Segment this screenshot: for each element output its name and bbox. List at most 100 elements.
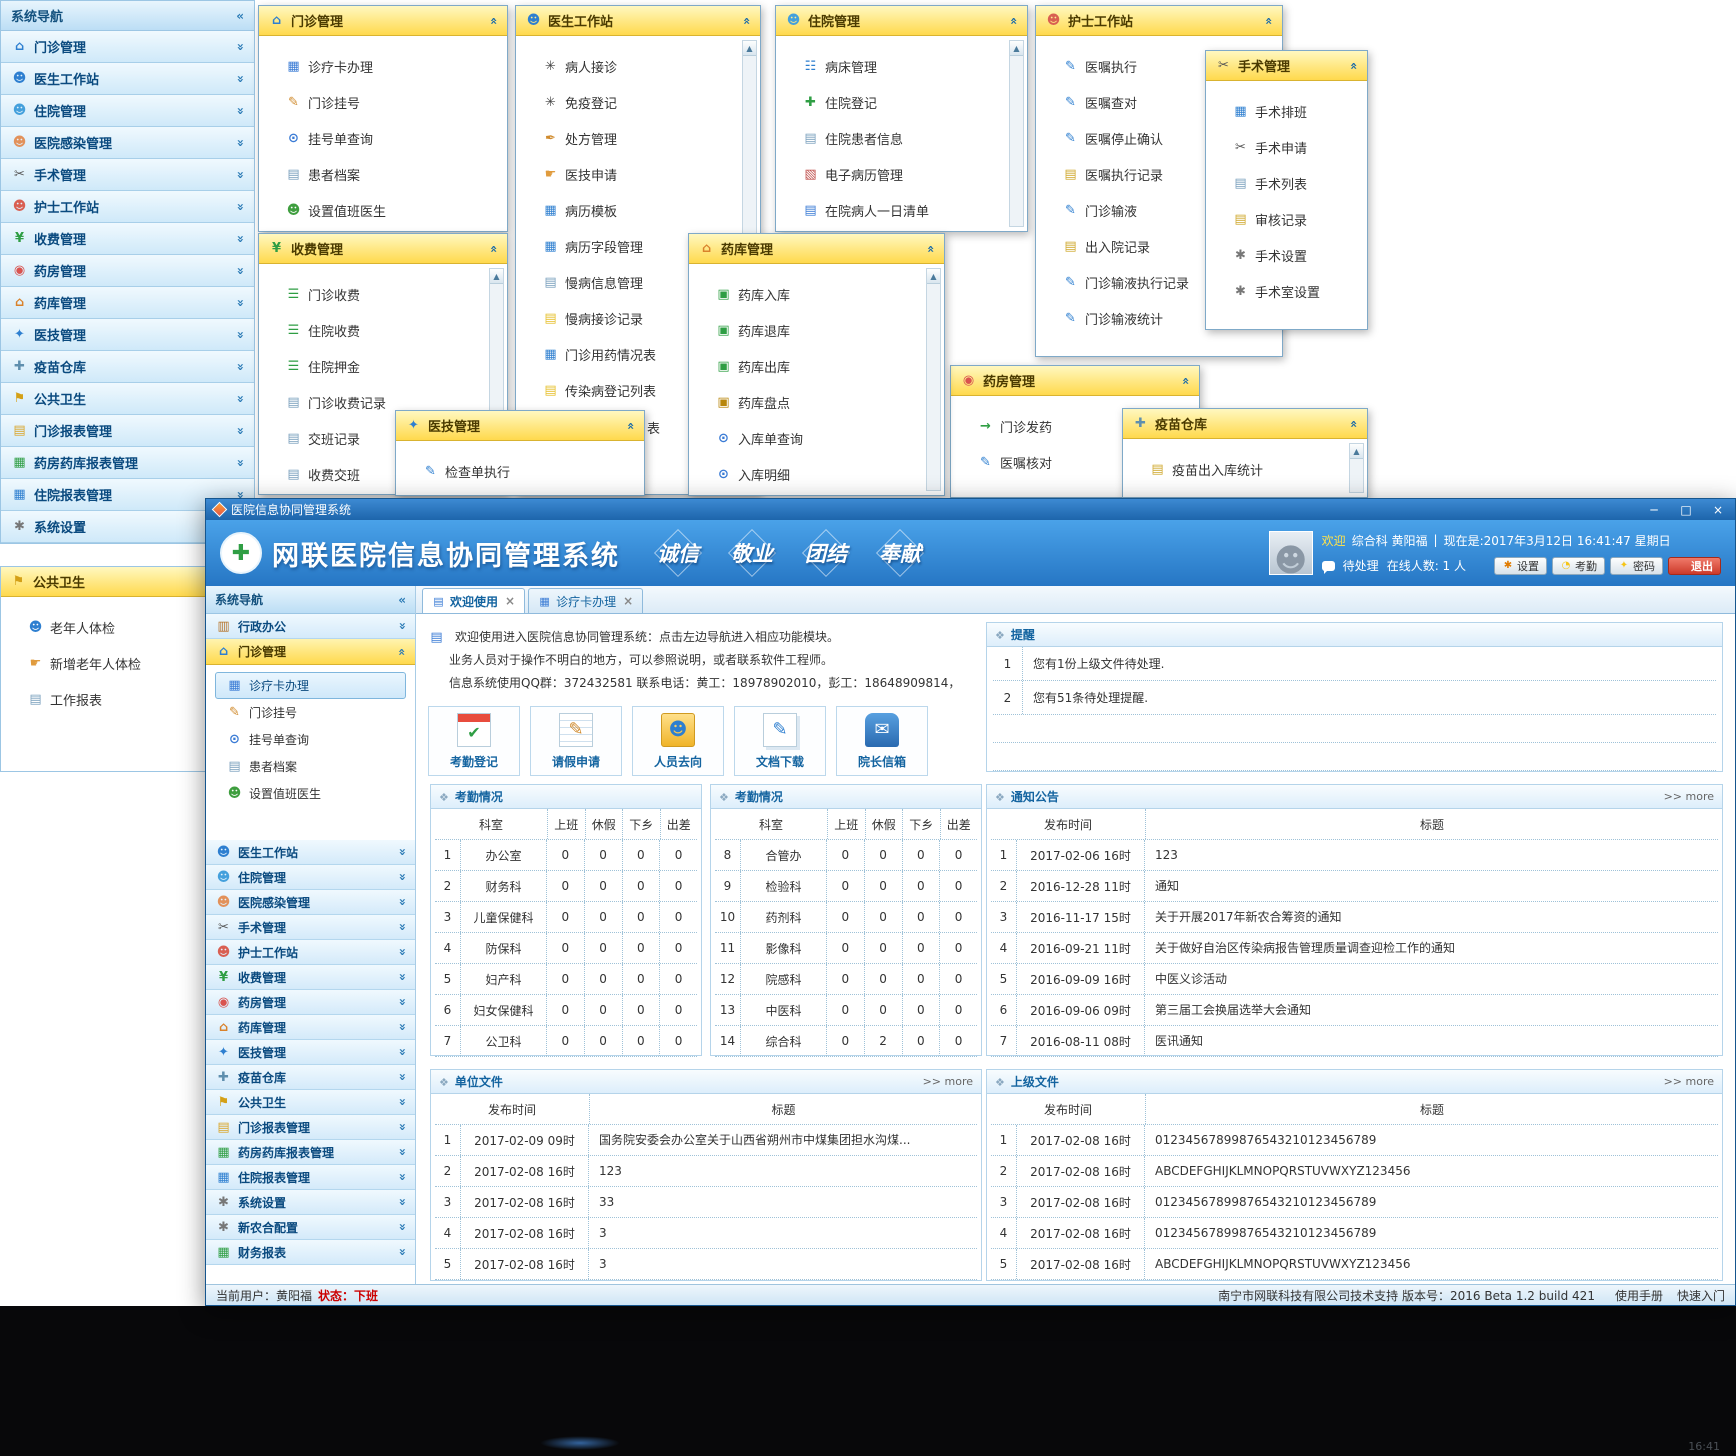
panel-menu-item[interactable]: 诊疗卡办理 [259,48,507,84]
nav-child-item[interactable]: 诊疗卡办理 [215,672,406,699]
panel-menu-item[interactable]: 手术设置 [1206,237,1367,273]
panel-menu-item[interactable]: 入库单查询 [689,420,944,456]
nav-header[interactable]: 系统导航 [206,586,415,614]
nav-item[interactable]: 住院报表管理 [206,1165,415,1190]
panel-menu-item[interactable]: 手术列表 [1206,165,1367,201]
file-row[interactable]: 6 2016-09-06 09时 第三届工会换届选举大会通知 [991,995,1718,1026]
collapse-left-icon[interactable] [398,594,406,606]
panel-menu-item[interactable]: 挂号单查询 [259,120,507,156]
collapse-up-icon[interactable] [1182,375,1190,387]
nav-item[interactable]: 系统设置 [206,1190,415,1215]
sidebar-item[interactable]: 疫苗仓库 [1,351,254,383]
panel-menu-item[interactable]: 病历模板 [516,192,760,228]
close-button[interactable]: × [1707,503,1729,517]
panel-header[interactable]: 疫苗仓库 [1123,409,1367,439]
header-button[interactable]: 考勤 [1552,557,1605,575]
panel-menu-item[interactable]: 检查单执行 [396,453,644,489]
window-titlebar[interactable]: 医院信息协同管理系统 ─ □ × [206,499,1735,520]
file-row[interactable]: 2 2017-02-08 16时 ABCDEFGHIJKLMNOPQRSTUVW… [991,1156,1718,1187]
nav-child-item[interactable]: 患者档案 [215,753,406,780]
nav-item[interactable]: 医院感染管理 [206,890,415,915]
file-row[interactable]: 1 2017-02-06 16时 123 [991,840,1718,871]
panel-header[interactable]: 医技管理 [396,411,644,441]
nav-item[interactable]: 新农合配置 [206,1215,415,1240]
file-row[interactable]: 2 2017-02-08 16时 123 [435,1156,977,1187]
nav-item[interactable]: 药房管理 [206,990,415,1015]
file-title[interactable]: 关于做好自治区传染病报告管理质量调查迎检工作的通知 [1145,933,1718,963]
more-link[interactable]: >> more [923,1075,973,1088]
file-title[interactable]: 中医义诊活动 [1145,964,1718,994]
sidebar-item[interactable]: 医技管理 [1,319,254,351]
panel-menu-item[interactable]: 药库退库 [689,312,944,348]
nav-item[interactable]: 手术管理 [206,915,415,940]
more-link[interactable]: >> more [1664,1075,1714,1088]
file-row[interactable]: 4 2017-02-08 16时 3 [435,1218,977,1249]
nav-child-item[interactable]: 设置值班医生 [215,780,406,807]
desktop-taskbar-area[interactable]: 16:41 [0,1306,1736,1456]
nav-item[interactable]: 行政办公 [206,614,415,639]
file-title[interactable]: 123 [589,1156,977,1186]
shortcut-button[interactable]: 文档下载 [734,706,826,776]
panel-menu-item[interactable]: 手术申请 [1206,129,1367,165]
panel-menu-item[interactable]: 入库明细 [689,456,944,492]
desktop-sidebar-header[interactable]: 系统导航 [1,1,254,31]
panel-menu-item[interactable]: 设置值班医生 [259,192,507,228]
nav-item[interactable]: 医技管理 [206,1040,415,1065]
panel-menu-item[interactable]: 审核记录 [1206,201,1367,237]
file-row[interactable]: 1 2017-02-08 16时 01234567899876543210123… [991,1125,1718,1156]
file-title[interactable]: 3 [589,1218,977,1248]
collapse-up-icon[interactable] [490,243,498,255]
panel-menu-item[interactable]: 药库出库 [689,348,944,384]
tab[interactable]: 诊疗卡办理 [528,588,643,613]
scroll-up-icon[interactable] [743,41,756,56]
file-title[interactable]: ABCDEFGHIJKLMNOPQRSTUVWXYZ123456 [1145,1249,1718,1279]
sidebar-item[interactable]: 医生工作站 [1,63,254,95]
reminder-row[interactable]: 2 您有51条待处理提醒. [993,681,1716,715]
panel-menu-item[interactable]: 病床管理 [776,48,1027,84]
panel-menu-item[interactable]: 住院患者信息 [776,120,1027,156]
file-title[interactable]: 国务院安委会办公室关于山西省朔州市中煤集团担水沟煤... [589,1125,977,1155]
panel-header[interactable]: 住院管理 [776,6,1027,36]
tab-close-icon[interactable] [623,594,633,608]
panel-header[interactable]: 医生工作站 [516,6,760,36]
sidebar-item[interactable]: 门诊管理 [1,31,254,63]
panel-menu-item[interactable]: 病人接诊 [516,48,760,84]
nav-item[interactable]: 药房药库报表管理 [206,1140,415,1165]
file-row[interactable]: 3 2017-02-08 16时 33 [435,1187,977,1218]
sidebar-item[interactable]: 护士工作站 [1,191,254,223]
collapse-up-icon[interactable] [627,420,635,432]
nav-item[interactable]: 收费管理 [206,965,415,990]
panel-menu-item[interactable]: 住院收费 [259,312,507,348]
file-title[interactable]: 关于开展2017年新农合筹资的通知 [1145,902,1718,932]
collapse-up-icon[interactable] [1350,60,1358,72]
panel-menu-item[interactable]: 处方管理 [516,120,760,156]
file-title[interactable]: 123 [1145,840,1718,870]
header-button[interactable]: 退出 [1668,557,1721,575]
sidebar-item[interactable]: 药库管理 [1,287,254,319]
header-button[interactable]: 密码 [1610,557,1663,575]
panel-menu-item[interactable]: 免疫登记 [516,84,760,120]
panel-header[interactable]: 门诊管理 [259,6,507,36]
footer-link[interactable]: 使用手册 [1615,1287,1663,1304]
sidebar-item[interactable]: 住院管理 [1,95,254,127]
collapse-left-icon[interactable] [236,10,244,22]
panel-header[interactable]: 手术管理 [1206,51,1367,81]
scroll-up-icon[interactable] [1010,41,1023,56]
panel-menu-item[interactable]: 住院押金 [259,348,507,384]
nav-item[interactable]: 护士工作站 [206,940,415,965]
sidebar-item[interactable]: 公共卫生 [1,383,254,415]
file-row[interactable]: 5 2017-02-08 16时 ABCDEFGHIJKLMNOPQRSTUVW… [991,1249,1718,1280]
scroll-up-icon[interactable] [927,269,940,284]
file-title[interactable]: ABCDEFGHIJKLMNOPQRSTUVWXYZ123456 [1145,1156,1718,1186]
panel-menu-item[interactable]: 药库入库 [689,276,944,312]
sidebar-item[interactable]: 药房药库报表管理 [1,447,254,479]
panel-menu-item[interactable]: 患者档案 [259,156,507,192]
file-title[interactable]: 01234567899876543210123456789 [1145,1187,1718,1217]
scroll-up-icon[interactable] [1350,444,1363,459]
nav-item-outpatient-expanded[interactable]: 门诊管理 [206,639,415,665]
panel-menu-item[interactable]: 手术排班 [1206,93,1367,129]
panel-menu-item[interactable]: 医技申请 [516,156,760,192]
panel-menu-item[interactable]: 在院病人一日清单 [776,192,1027,228]
pending-link[interactable]: 待处理 [1343,557,1379,574]
panel-header[interactable]: 药房管理 [951,366,1199,396]
